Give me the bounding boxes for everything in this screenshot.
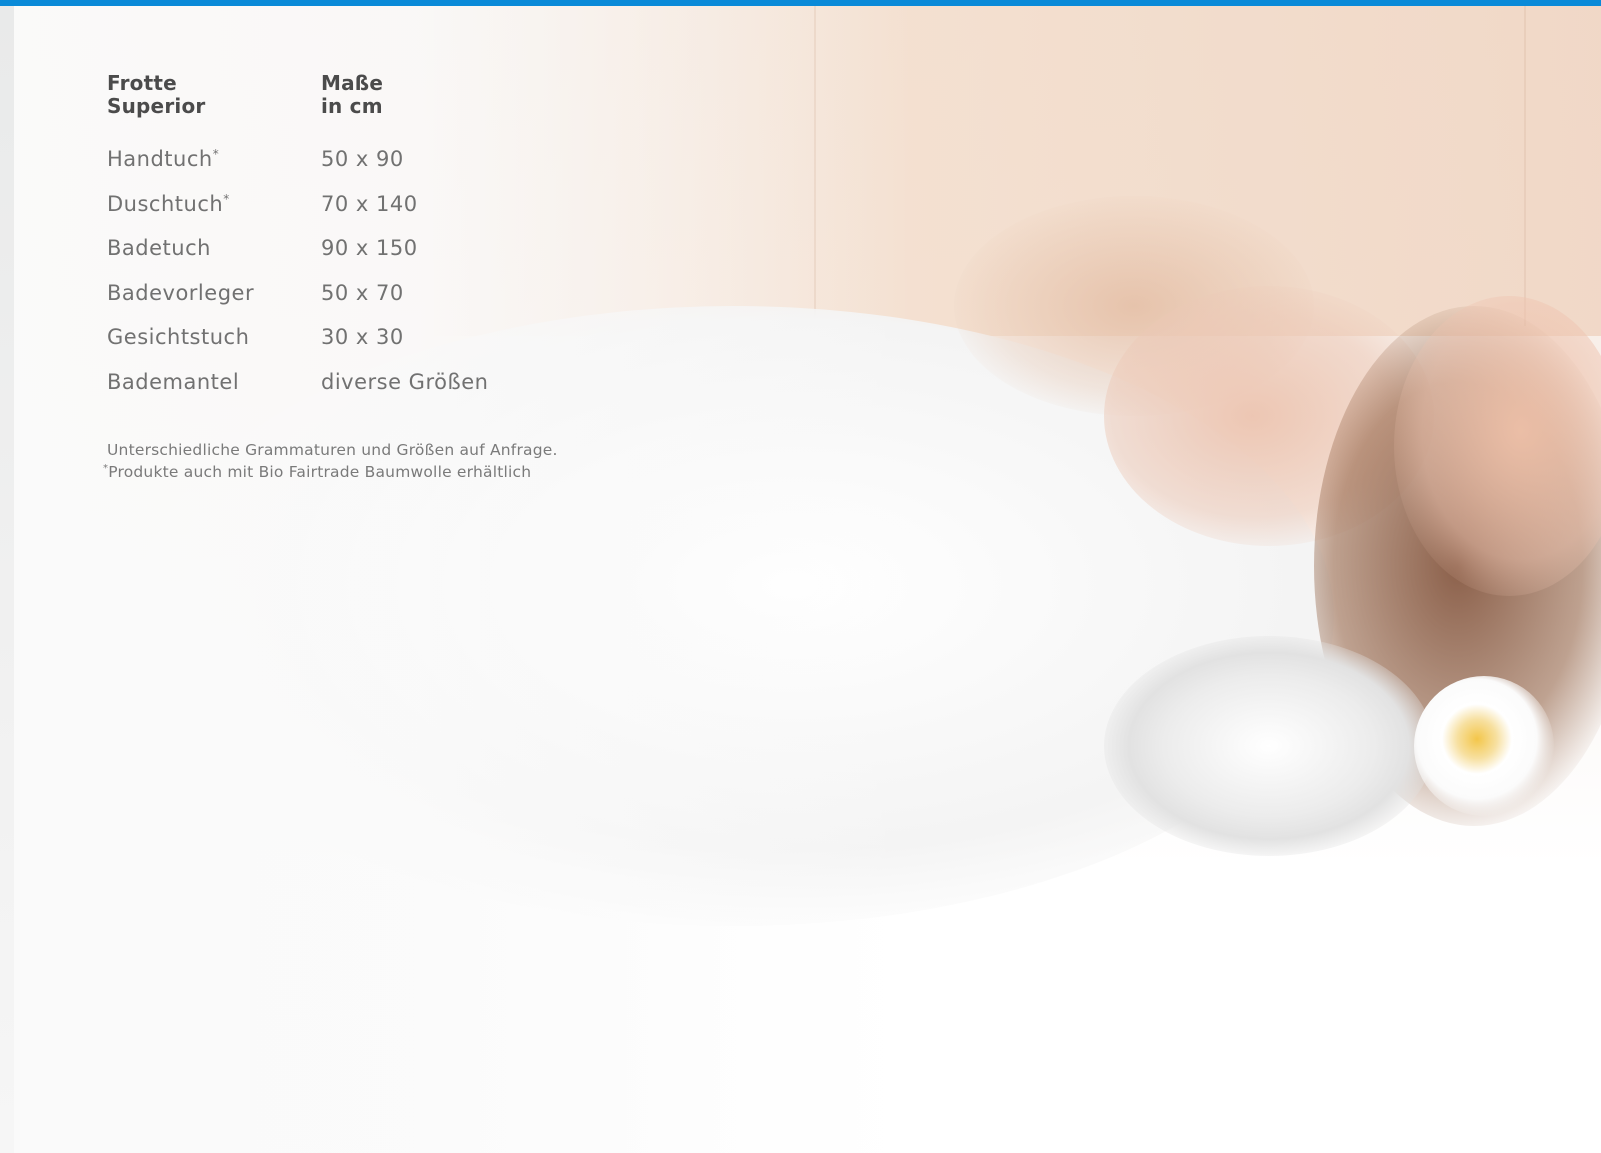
table-row: Handtuch* 50 x 90 xyxy=(107,144,667,189)
product-size: 30 x 30 xyxy=(321,325,404,349)
product-name: Gesichtstuch xyxy=(107,325,250,349)
size-heading-line2: in cm xyxy=(321,94,383,118)
note-fairtrade: *Produkte auch mit Bio Fairtrade Baumwol… xyxy=(103,461,667,483)
table-row: Duschtuch* 70 x 140 xyxy=(107,189,667,234)
product-name: Badetuch xyxy=(107,236,211,260)
footnote-marker: * xyxy=(223,191,230,206)
product-name: Bademantel xyxy=(107,369,240,394)
rolled-towel-shape xyxy=(1104,636,1434,856)
page-edge-strip xyxy=(0,6,14,1153)
product-name: Handtuch xyxy=(107,147,213,171)
top-accent-bar xyxy=(0,0,1601,6)
note-fairtrade-text: Produkte auch mit Bio Fairtrade Baumwoll… xyxy=(108,463,532,481)
product-name: Badevorleger xyxy=(107,280,255,305)
product-column-heading: Frotte Superior xyxy=(107,72,321,130)
table-row: Badetuch 90 x 150 xyxy=(107,233,667,278)
table-header: Frotte Superior Maße in cm xyxy=(107,72,667,130)
product-size: 50 x 70 xyxy=(321,280,404,305)
size-column-heading: Maße in cm xyxy=(321,72,621,130)
product-heading-line1: Frotte xyxy=(107,71,177,95)
footnote-marker: * xyxy=(212,147,220,161)
product-name: Duschtuch xyxy=(107,191,224,216)
table-body: Handtuch* 50 x 90 Duschtuch* 70 x 140 Ba… xyxy=(107,144,667,411)
frangipani-flower-icon xyxy=(1414,676,1554,816)
product-size: diverse Größen xyxy=(321,369,489,394)
size-heading-line1: Maße xyxy=(321,71,384,95)
product-size-table: Frotte Superior Maße in cm Handtuch* 50 … xyxy=(103,72,667,483)
product-size: 50 x 90 xyxy=(321,147,404,171)
product-size: 90 x 150 xyxy=(321,236,418,260)
note-custom-sizes: Unterschiedliche Grammaturen und Größen … xyxy=(107,441,558,459)
table-row: Gesichtstuch 30 x 30 xyxy=(107,322,667,367)
catalog-page: Frotte Superior Maße in cm Handtuch* 50 … xyxy=(0,0,1601,1153)
product-size: 70 x 140 xyxy=(321,191,418,216)
table-row: Badevorleger 50 x 70 xyxy=(107,278,667,323)
table-row: Bademantel diverse Größen xyxy=(107,367,667,412)
footnotes: Unterschiedliche Grammaturen und Größen … xyxy=(103,439,667,483)
product-heading-line2: Superior xyxy=(107,94,206,118)
